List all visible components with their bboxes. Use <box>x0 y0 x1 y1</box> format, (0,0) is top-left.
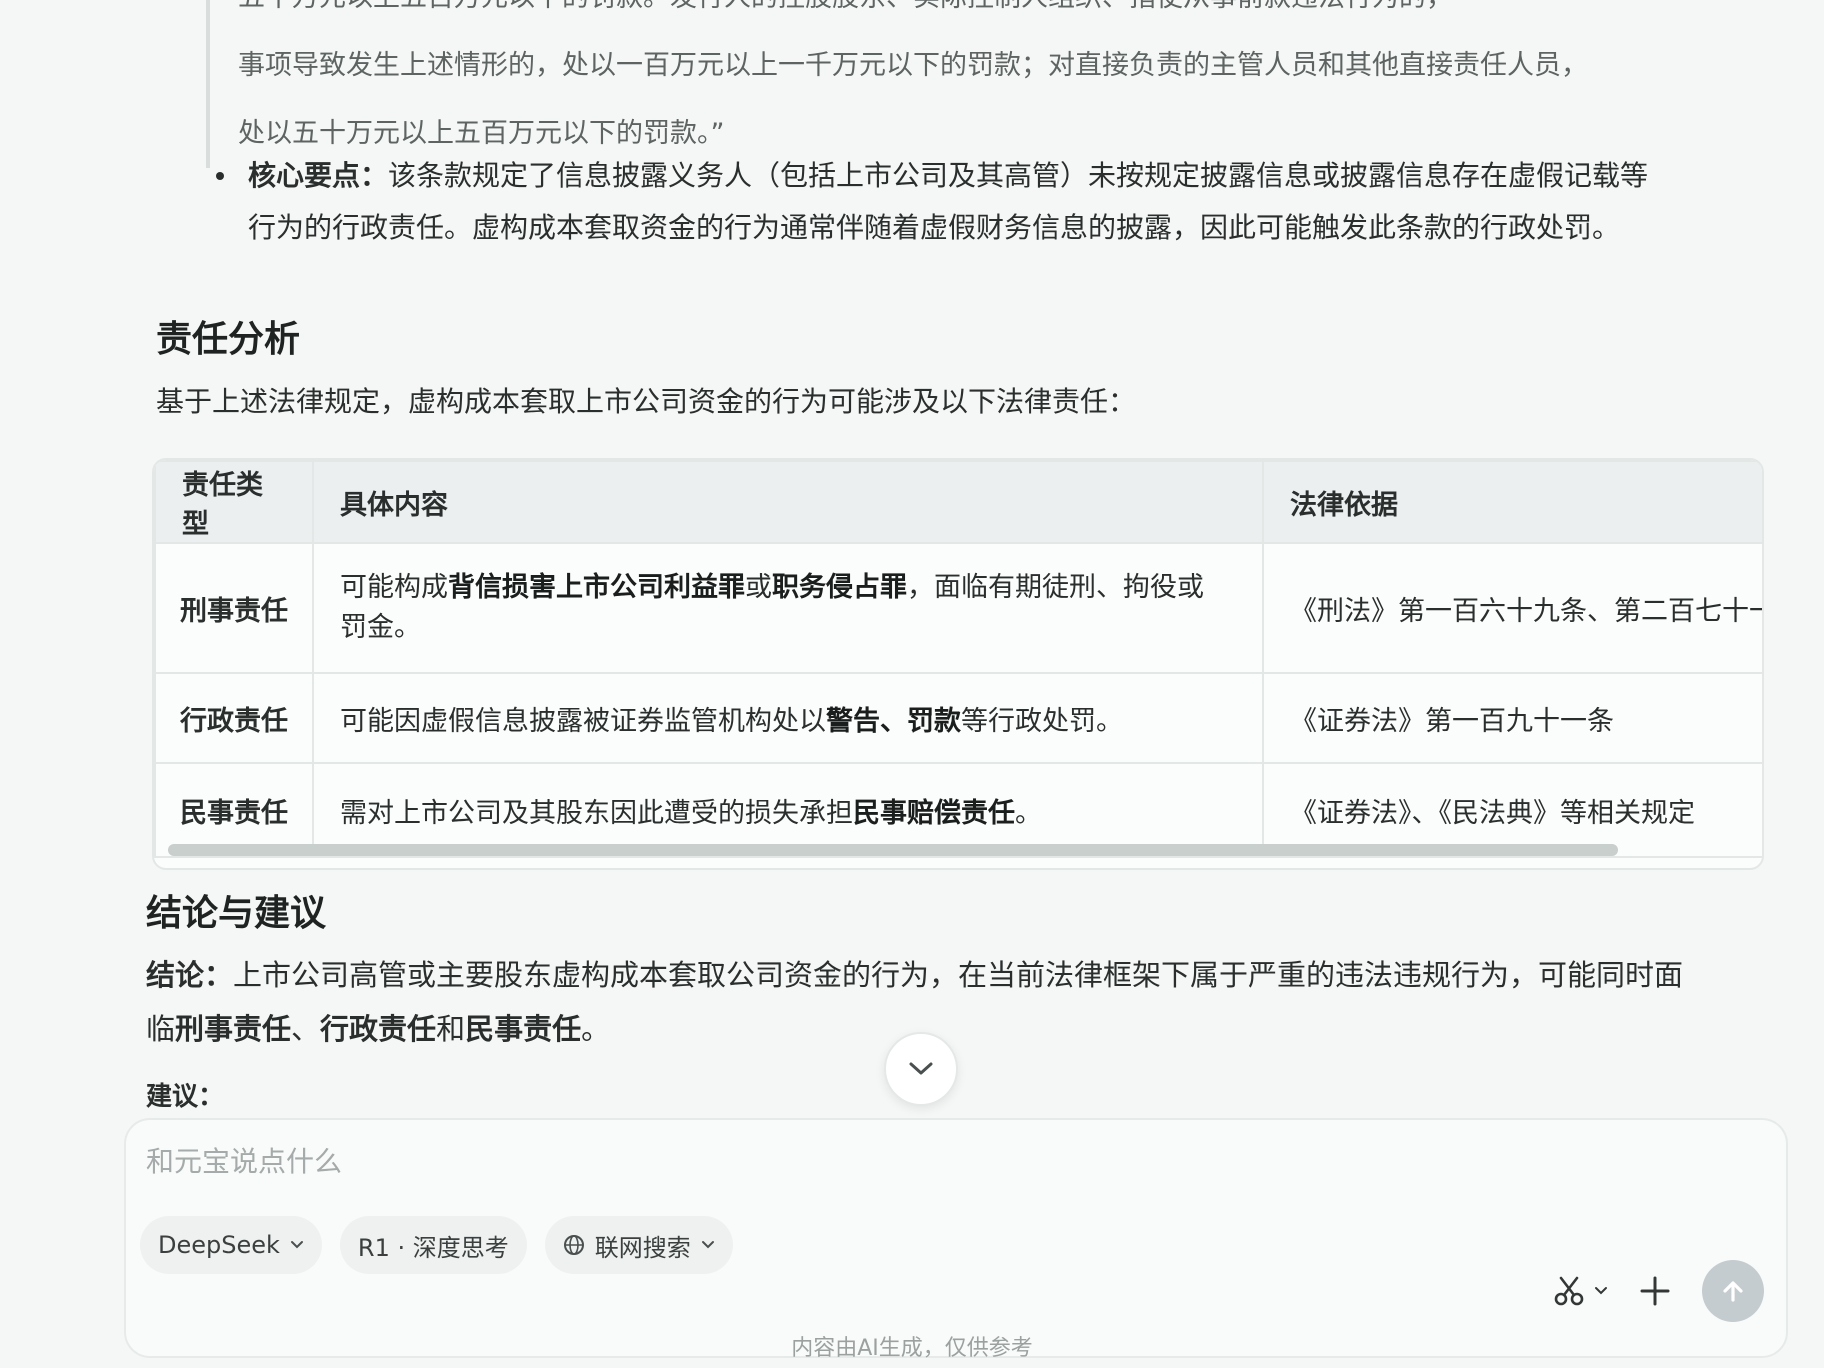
globe-icon <box>563 1235 584 1255</box>
conclusion-text: 临 <box>146 1012 176 1046</box>
send-arrow-icon <box>1723 1281 1743 1302</box>
core-point-text: 该条款规定了信息披露义务人（包括上市公司及其高管）未按规定披露信息或披露信息存在… <box>388 159 1649 192</box>
table-header-cell: 法律依据 <box>1262 460 1762 544</box>
table-row: 民事责任 需对上市公司及其股东因此遭受的损失承担民事赔偿责任。 《证券法》、《民… <box>154 762 1762 858</box>
bullet-dot <box>216 172 224 180</box>
chevron-down-icon <box>290 1241 303 1249</box>
table-header-row: 责任类型 具体内容 法律依据 <box>154 460 1762 544</box>
liability-content: 需对上市公司及其股东因此遭受的损失承担民事赔偿责任。 <box>312 762 1264 858</box>
conclusion-label: 结论： <box>146 958 234 992</box>
content-bold: 警告、罚款 <box>826 705 961 737</box>
conclusion-bold: 刑事责任 <box>175 1012 292 1046</box>
composer-actions <box>1552 1260 1764 1322</box>
liability-table[interactable]: 责任类型 具体内容 法律依据 刑事责任 可能构成背信损害上市公司利益罪或职务侵占… <box>152 458 1764 870</box>
content-text: 等行政处罚。 <box>961 705 1123 737</box>
ai-disclaimer: 内容由AI生成，仅供参考 <box>791 1336 1033 1361</box>
legal-basis: 《证券法》第一百九十一条 <box>1262 672 1762 764</box>
content-text: 或 <box>745 572 772 603</box>
quote-line: 五十万元以上五百万元以下的罚款。发行人的控股股东、实际控制人组织、指使从事前款违… <box>238 0 1798 32</box>
content-text: ，面临有期徒刑、拘役或 <box>907 572 1204 603</box>
table-header-cell: 责任类型 <box>154 460 314 544</box>
plus-icon[interactable] <box>1638 1274 1672 1308</box>
content-text: 罚金。 <box>340 612 421 643</box>
chat-page: 五十万元以上五百万元以下的罚款。发行人的控股股东、实际控制人组织、指使从事前款违… <box>0 0 1824 1368</box>
content-text: 可能构成 <box>340 572 448 603</box>
deep-think-toggle[interactable]: R1 · 深度思考 <box>339 1216 527 1274</box>
send-button[interactable] <box>1702 1260 1764 1322</box>
conclusion-text: 上市公司高管或主要股东虚构成本套取公司资金的行为，在当前法律框架下属于严重的违法… <box>233 958 1684 992</box>
liability-content: 可能因虚假信息披露被证券监管机构处以警告、罚款等行政处罚。 <box>312 672 1264 764</box>
scroll-to-bottom-button[interactable] <box>884 1032 958 1106</box>
legal-basis: 《刑法》第一百六十九条、第二百七十一条 <box>1262 542 1762 674</box>
legal-quote-block: 五十万元以上五百万元以下的罚款。发行人的控股股东、实际控制人组织、指使从事前款违… <box>206 0 1798 168</box>
liability-type: 刑事责任 <box>154 542 314 674</box>
core-point-text: 行为的行政责任。虚构成本套取资金的行为通常伴随着虚假财务信息的披露，因此可能触发… <box>248 211 1621 244</box>
conclusion-text: 、 <box>291 1012 321 1046</box>
chevron-down-icon <box>1595 1287 1607 1295</box>
advice-label: 建议： <box>146 1082 225 1112</box>
scissors-button[interactable] <box>1552 1274 1608 1308</box>
content-text: 需对上市公司及其股东因此遭受的损失承担 <box>340 797 853 829</box>
table-row: 行政责任 可能因虚假信息披露被证券监管机构处以警告、罚款等行政处罚。 《证券法》… <box>154 672 1762 764</box>
section-title-analysis: 责任分析 <box>156 319 301 360</box>
core-point-label: 核心要点： <box>248 159 389 192</box>
content-text: 可能因虚假信息披露被证券监管机构处以 <box>340 705 826 737</box>
liability-type: 行政责任 <box>154 672 314 764</box>
conclusion-paragraph: 结论：上市公司高管或主要股东虚构成本套取公司资金的行为，在当前法律框架下属于严重… <box>146 948 1766 1056</box>
content-bold: 背信损害上市公司利益罪 <box>448 572 745 603</box>
content-bold: 职务侵占罪 <box>772 572 907 603</box>
content-text: 。 <box>1015 797 1042 829</box>
section-description: 基于上述法律规定，虚构成本套取上市公司资金的行为可能涉及以下法律责任： <box>156 385 1137 418</box>
model-selector-label: DeepSeek <box>158 1231 280 1259</box>
core-point-bullet: 核心要点：该条款规定了信息披露义务人（包括上市公司及其高管）未按规定披露信息或披… <box>216 150 1778 254</box>
content-bold: 民事赔偿责任 <box>853 797 1015 829</box>
table-horizontal-scrollbar[interactable] <box>168 844 1618 856</box>
composer-options: DeepSeek R1 · 深度思考 联网搜索 <box>140 1216 733 1274</box>
conclusion-bold: 民事责任 <box>465 1012 582 1046</box>
section-title-conclusion: 结论与建议 <box>146 893 327 934</box>
deep-think-label: R1 · 深度思考 <box>357 1233 509 1262</box>
model-selector[interactable]: DeepSeek <box>140 1216 322 1274</box>
conclusion-text: 。 <box>581 1012 611 1046</box>
liability-content: 可能构成背信损害上市公司利益罪或职务侵占罪，面临有期徒刑、拘役或 罚金。 <box>312 542 1264 674</box>
web-search-label: 联网搜索 <box>594 1233 691 1262</box>
legal-basis: 《证券法》、《民法典》等相关规定 <box>1262 762 1762 858</box>
message-input[interactable]: 和元宝说点什么 <box>146 1140 342 1180</box>
conclusion-bold: 行政责任 <box>320 1012 437 1046</box>
liability-type: 民事责任 <box>154 762 314 858</box>
table-row: 刑事责任 可能构成背信损害上市公司利益罪或职务侵占罪，面临有期徒刑、拘役或 罚金… <box>154 542 1762 674</box>
quote-line: 事项导致发生上述情形的，处以一百万元以上一千万元以下的罚款；对直接负责的主管人员… <box>238 50 1588 81</box>
message-composer: 和元宝说点什么 DeepSeek R1 · 深度思考 联网搜索 <box>124 1118 1788 1358</box>
table-header-cell: 具体内容 <box>312 460 1264 544</box>
chevron-down-icon[interactable] <box>701 1240 715 1250</box>
scissors-icon <box>1554 1276 1584 1306</box>
chevron-down-icon <box>909 1062 933 1075</box>
conclusion-text: 和 <box>436 1012 466 1046</box>
web-search-toggle[interactable]: 联网搜索 <box>544 1216 733 1274</box>
